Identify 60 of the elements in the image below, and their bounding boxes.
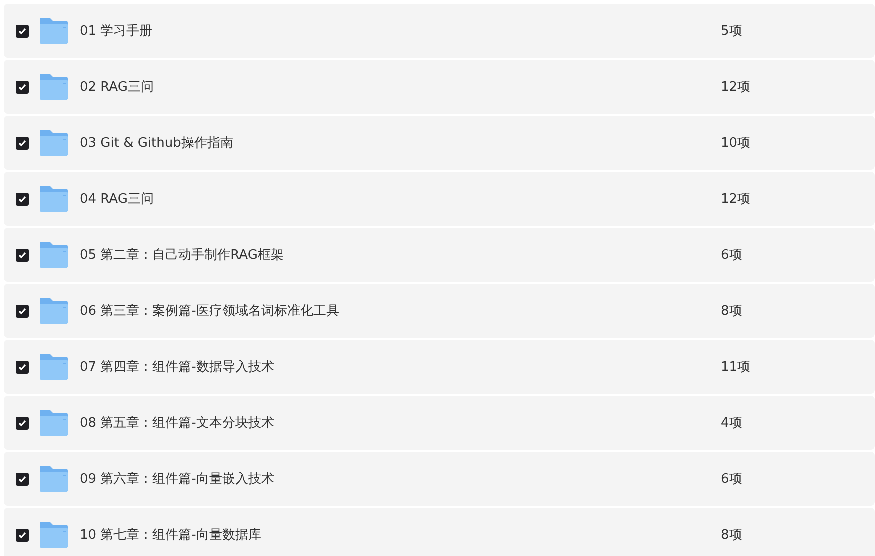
folder-icon xyxy=(39,465,69,493)
folder-icon xyxy=(39,129,69,157)
folder-icon xyxy=(39,17,69,45)
checkbox[interactable] xyxy=(16,528,29,542)
checkmark-icon xyxy=(18,474,27,484)
folder-row[interactable]: 01 学习手册 5项 xyxy=(4,4,875,58)
item-count: 6项 xyxy=(721,247,742,264)
checkmark-icon xyxy=(18,26,27,36)
folder-icon xyxy=(39,241,69,269)
folder-icon xyxy=(39,353,69,381)
folder-row[interactable]: 07 第四章：组件篇-数据导入技术 11项 xyxy=(4,340,875,394)
folder-row[interactable]: 04 RAG三问 12项 xyxy=(4,172,875,226)
checkbox[interactable] xyxy=(16,304,29,318)
folder-row[interactable]: 10 第七章：组件篇-向量数据库 8项 xyxy=(4,508,875,556)
folder-row[interactable]: 08 第五章：组件篇-文本分块技术 4项 xyxy=(4,396,875,450)
folder-name: 07 第四章：组件篇-数据导入技术 xyxy=(80,359,276,376)
item-count: 12项 xyxy=(721,191,751,208)
item-count: 11项 xyxy=(721,359,751,376)
folder-name: 04 RAG三问 xyxy=(80,191,155,208)
folder-row[interactable]: 06 第三章：案例篇-医疗领域名词标准化工具 8项 xyxy=(4,284,875,338)
checkbox[interactable] xyxy=(16,416,29,430)
folder-row[interactable]: 09 第六章：组件篇-向量嵌入技术 6项 xyxy=(4,452,875,506)
checkmark-icon xyxy=(18,530,27,540)
folder-name: 03 Git & Github操作指南 xyxy=(80,135,234,152)
folder-icon xyxy=(39,73,69,101)
checkbox[interactable] xyxy=(16,360,29,374)
folder-name: 08 第五章：组件篇-文本分块技术 xyxy=(80,415,276,432)
checkmark-icon xyxy=(18,250,27,260)
checkbox[interactable] xyxy=(16,136,29,150)
item-count: 10项 xyxy=(721,135,751,152)
checkmark-icon xyxy=(18,418,27,428)
item-count: 5项 xyxy=(721,23,742,40)
folder-icon xyxy=(39,521,69,549)
checkmark-icon xyxy=(18,194,27,204)
checkbox[interactable] xyxy=(16,192,29,206)
folder-name: 06 第三章：案例篇-医疗领域名词标准化工具 xyxy=(80,303,340,320)
checkbox[interactable] xyxy=(16,472,29,486)
item-count: 8项 xyxy=(721,303,742,320)
checkmark-icon xyxy=(18,82,27,92)
checkmark-icon xyxy=(18,306,27,316)
checkbox[interactable] xyxy=(16,24,29,38)
folder-row[interactable]: 05 第二章：自己动手制作RAG框架 6项 xyxy=(4,228,875,282)
checkbox[interactable] xyxy=(16,248,29,262)
folder-name: 02 RAG三问 xyxy=(80,79,155,96)
folder-name: 10 第七章：组件篇-向量数据库 xyxy=(80,527,262,544)
folder-row[interactable]: 02 RAG三问 12项 xyxy=(4,60,875,114)
folder-icon xyxy=(39,409,69,437)
checkmark-icon xyxy=(18,138,27,148)
item-count: 4项 xyxy=(721,415,742,432)
folder-icon xyxy=(39,185,69,213)
folder-name: 05 第二章：自己动手制作RAG框架 xyxy=(80,247,285,264)
folder-icon xyxy=(39,297,69,325)
folder-name: 01 学习手册 xyxy=(80,23,154,40)
checkmark-icon xyxy=(18,362,27,372)
folder-name: 09 第六章：组件篇-向量嵌入技术 xyxy=(80,471,276,488)
item-count: 8项 xyxy=(721,527,742,544)
folder-row[interactable]: 03 Git & Github操作指南 10项 xyxy=(4,116,875,170)
item-count: 6项 xyxy=(721,471,742,488)
checkbox[interactable] xyxy=(16,80,29,94)
item-count: 12项 xyxy=(721,79,751,96)
